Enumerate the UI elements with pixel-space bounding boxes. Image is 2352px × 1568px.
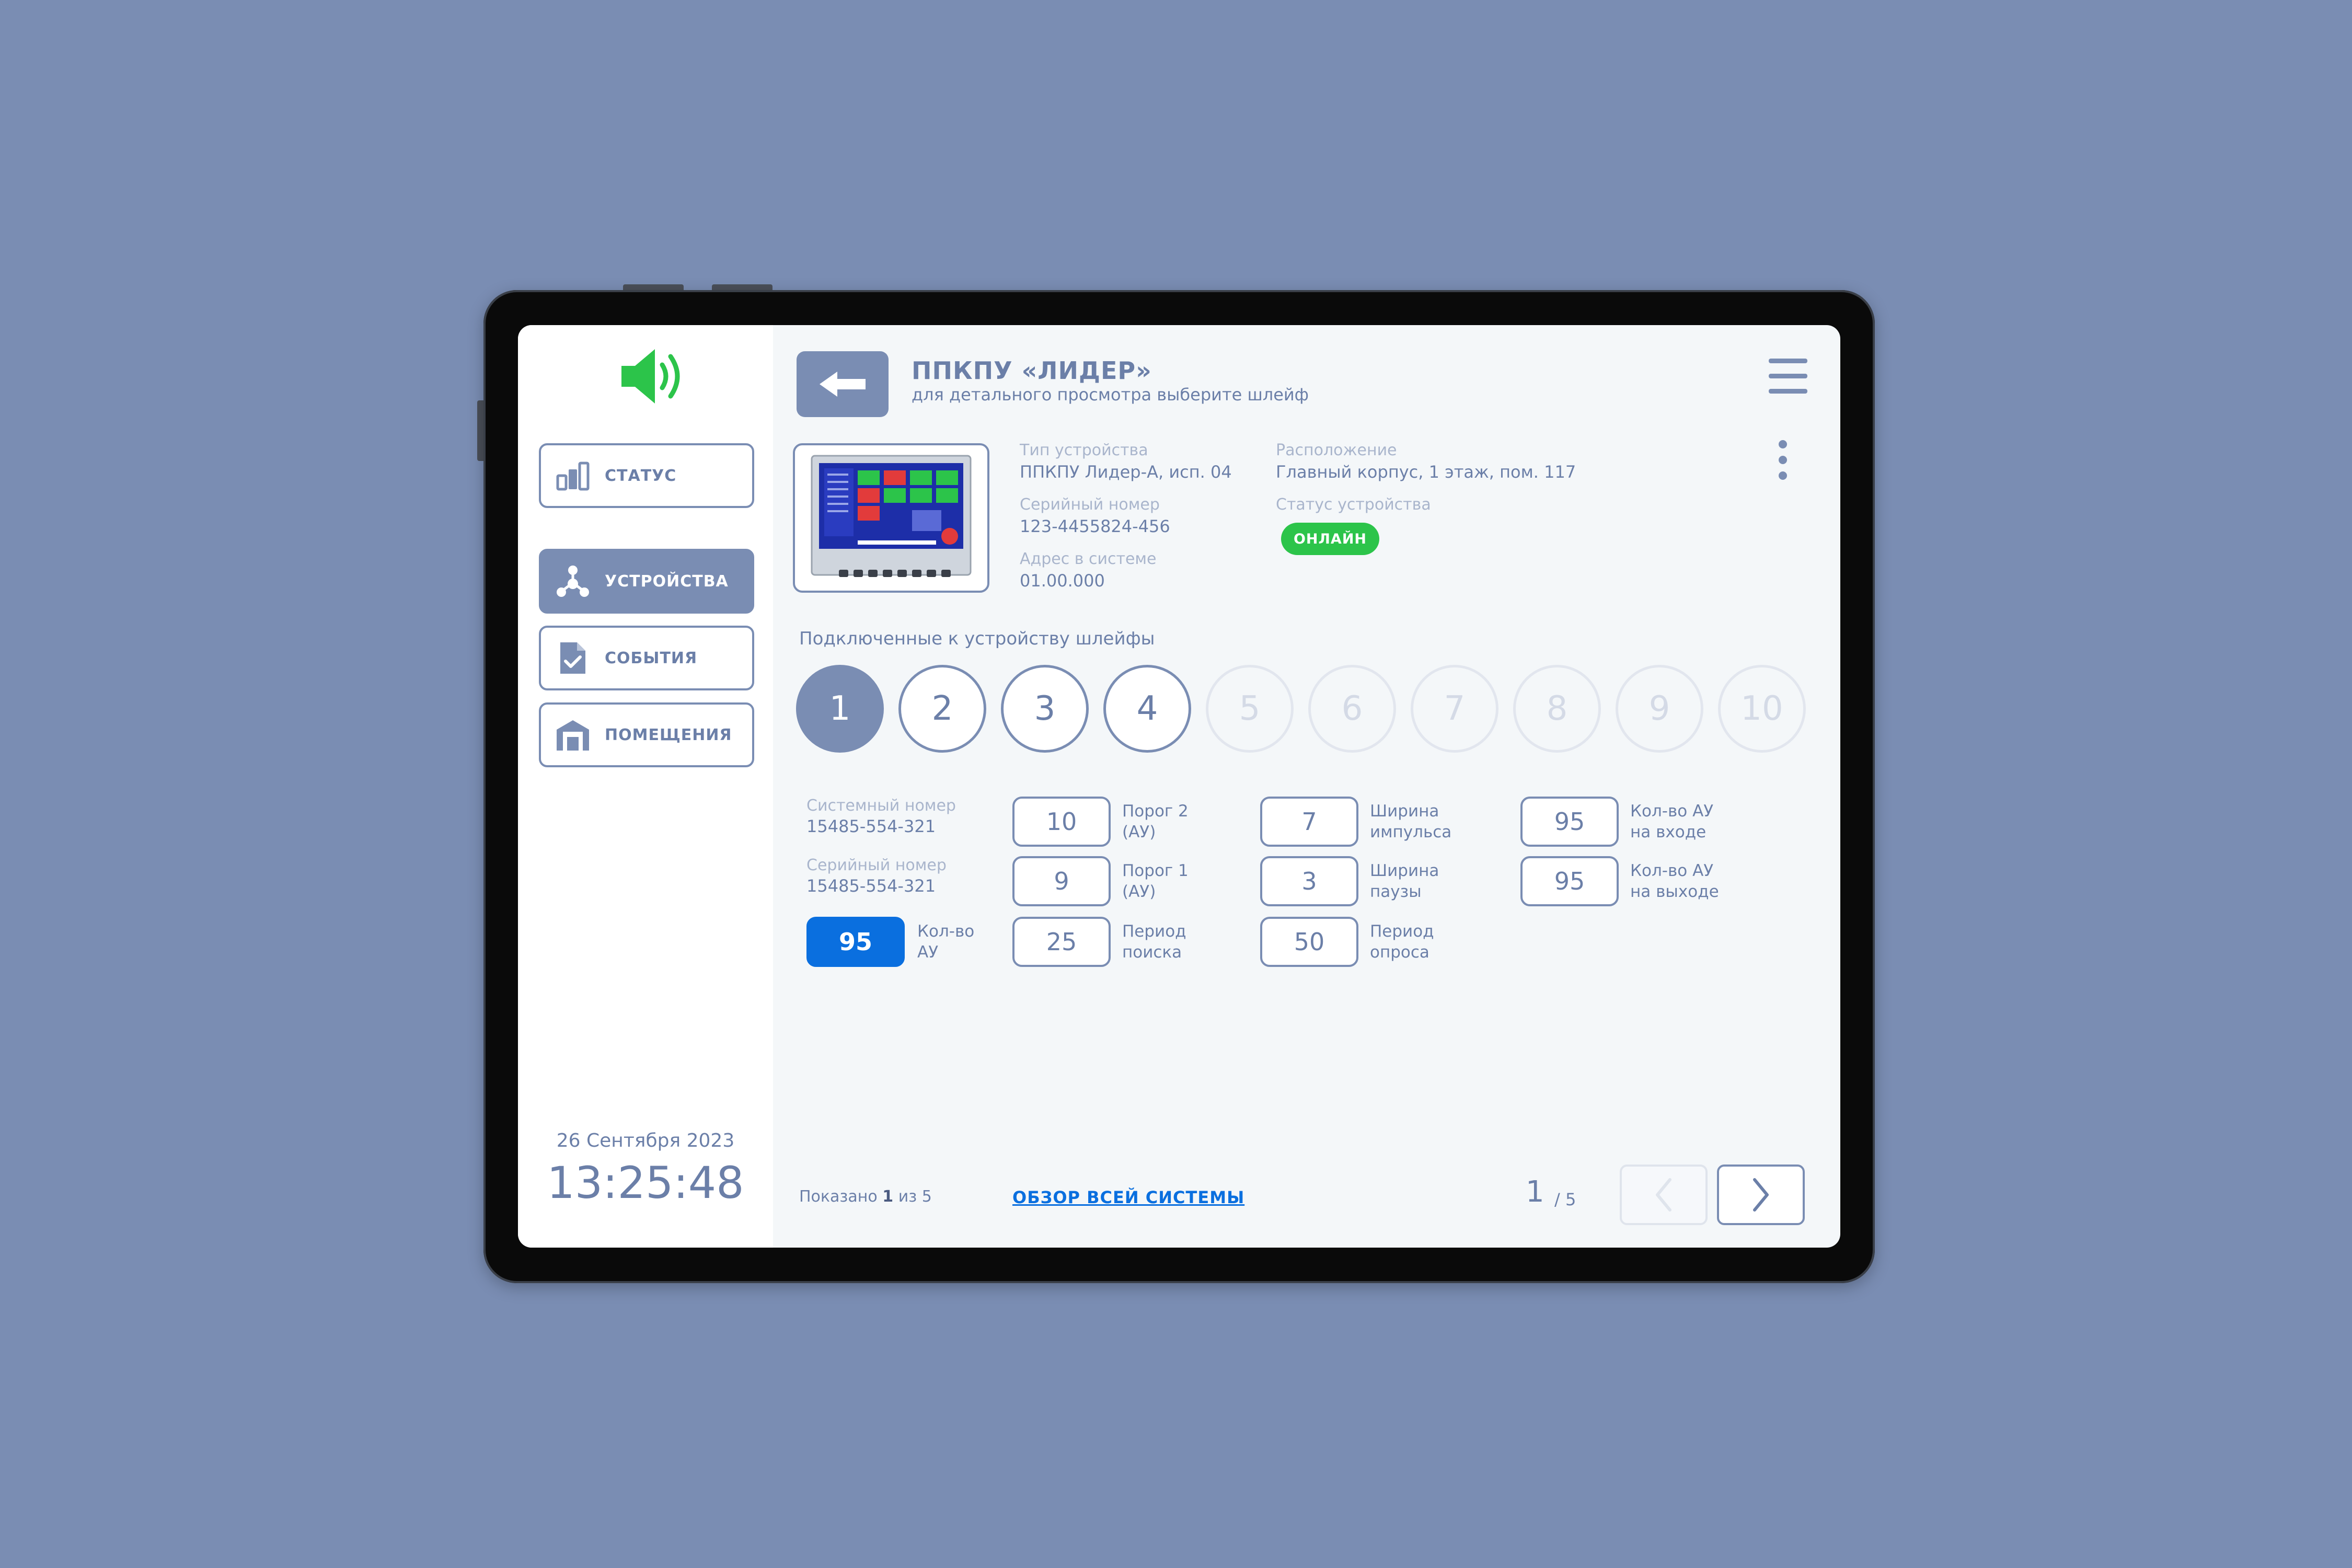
loops-title: Подключенные к устройству шлейфы bbox=[799, 628, 1155, 649]
au-in-field[interactable]: 95 bbox=[1520, 797, 1619, 847]
device-serial-label: Серийный номер bbox=[1020, 495, 1160, 514]
nav-devices-button[interactable]: УСТРОЙСТВА bbox=[539, 549, 754, 614]
device-serial-value: 123-4455824-456 bbox=[1020, 516, 1170, 536]
nav-status-button[interactable]: СТАТУС bbox=[539, 443, 754, 508]
nav-devices-label: УСТРОЙСТВА bbox=[605, 572, 729, 591]
loop-button-1[interactable]: 1 bbox=[796, 665, 884, 753]
pulse-width-field[interactable]: 7 bbox=[1260, 797, 1358, 847]
au-in-caption: Кол-во АУ на входе bbox=[1630, 802, 1714, 841]
shown-count: Показано 1 из 5 bbox=[799, 1187, 932, 1206]
au-count-field[interactable]: 95 bbox=[806, 917, 905, 967]
devices-network-icon bbox=[556, 564, 590, 598]
page-subtitle: для детального просмотра выберите шлейф bbox=[912, 385, 1309, 405]
threshold1-field[interactable]: 9 bbox=[1012, 856, 1111, 906]
system-number-label: Системный номер bbox=[806, 797, 956, 815]
side-button bbox=[477, 400, 483, 461]
loop-button-3[interactable]: 3 bbox=[1001, 665, 1089, 753]
speaker-icon[interactable] bbox=[617, 345, 690, 408]
page-current: 1 bbox=[1526, 1175, 1544, 1209]
device-type-value: ППКПУ Лидер-А, исп. 04 bbox=[1020, 462, 1232, 482]
threshold2-field[interactable]: 10 bbox=[1012, 797, 1111, 847]
search-period-caption: Период поиска bbox=[1122, 922, 1186, 962]
main-panel: ППКПУ «ЛИДЕР» для детального просмотра в… bbox=[773, 325, 1840, 1248]
arrow-left-icon bbox=[820, 372, 866, 397]
pause-width-field[interactable]: 3 bbox=[1260, 856, 1358, 906]
loop-button-7: 7 bbox=[1411, 665, 1498, 753]
loop-button-10: 10 bbox=[1718, 665, 1806, 753]
au-out-field[interactable]: 95 bbox=[1520, 856, 1619, 906]
system-number-value: 15485-554-321 bbox=[806, 816, 936, 836]
status-badge: ОНЛАЙН bbox=[1281, 523, 1379, 555]
au-count-caption: Кол-во АУ bbox=[917, 922, 975, 962]
device-location-label: Расположение bbox=[1276, 441, 1397, 459]
current-date: 26 Сентября 2023 bbox=[556, 1130, 735, 1151]
serial-number-value: 15485-554-321 bbox=[806, 876, 936, 896]
prev-page-button[interactable] bbox=[1620, 1165, 1708, 1225]
nav-events-button[interactable]: СОБЫТИЯ bbox=[539, 626, 754, 690]
document-check-icon bbox=[556, 641, 590, 675]
nav-events-label: СОБЫТИЯ bbox=[605, 649, 698, 667]
chevron-left-icon bbox=[1656, 1178, 1671, 1212]
current-time: 13:25:48 bbox=[547, 1157, 744, 1208]
device-image bbox=[793, 443, 989, 593]
back-button[interactable] bbox=[797, 351, 889, 417]
building-icon bbox=[556, 718, 590, 752]
app-screen: СТАТУС УСТРОЙСТВА СОБЫТИЯ ПОМЕЩЕНИЯ 26 С… bbox=[518, 325, 1840, 1248]
poll-period-field[interactable]: 50 bbox=[1260, 917, 1358, 967]
loop-button-4[interactable]: 4 bbox=[1103, 665, 1191, 753]
device-type-label: Тип устройства bbox=[1020, 441, 1148, 459]
device-status-label: Статус устройства bbox=[1276, 495, 1431, 514]
loop-button-2[interactable]: 2 bbox=[898, 665, 986, 753]
threshold1-caption: Порог 1 (АУ) bbox=[1122, 861, 1189, 901]
au-out-caption: Кол-во АУ на выходе bbox=[1630, 861, 1719, 901]
loop-button-9: 9 bbox=[1616, 665, 1703, 753]
loop-button-8: 8 bbox=[1513, 665, 1601, 753]
more-options-icon[interactable] bbox=[1778, 439, 1788, 481]
page-total: / 5 bbox=[1554, 1190, 1576, 1209]
pulse-width-caption: Ширина импульса bbox=[1370, 802, 1452, 841]
nav-rooms-button[interactable]: ПОМЕЩЕНИЯ bbox=[539, 702, 754, 767]
nav-rooms-label: ПОМЕЩЕНИЯ bbox=[605, 725, 732, 744]
system-overview-link[interactable]: ОБЗОР ВСЕЙ СИСТЕМЫ bbox=[1012, 1187, 1244, 1207]
serial-number-label: Серийный номер bbox=[806, 856, 947, 874]
device-address-label: Адрес в системе bbox=[1020, 550, 1157, 568]
hamburger-menu-icon[interactable] bbox=[1768, 356, 1808, 396]
loop-button-5: 5 bbox=[1206, 665, 1294, 753]
device-location-value: Главный корпус, 1 этаж, пом. 117 bbox=[1276, 462, 1576, 482]
chevron-right-icon bbox=[1753, 1178, 1769, 1212]
next-page-button[interactable] bbox=[1717, 1165, 1805, 1225]
search-period-field[interactable]: 25 bbox=[1012, 917, 1111, 967]
bar-chart-icon bbox=[556, 458, 590, 493]
poll-period-caption: Период опроса bbox=[1370, 922, 1434, 962]
pause-width-caption: Ширина паузы bbox=[1370, 861, 1439, 901]
device-address-value: 01.00.000 bbox=[1020, 571, 1105, 591]
sidebar: СТАТУС УСТРОЙСТВА СОБЫТИЯ ПОМЕЩЕНИЯ 26 С… bbox=[518, 325, 773, 1248]
nav-status-label: СТАТУС bbox=[605, 466, 677, 485]
page-title: ППКПУ «ЛИДЕР» bbox=[912, 356, 1152, 385]
loop-button-6: 6 bbox=[1308, 665, 1396, 753]
threshold2-caption: Порог 2 (АУ) bbox=[1122, 802, 1189, 841]
